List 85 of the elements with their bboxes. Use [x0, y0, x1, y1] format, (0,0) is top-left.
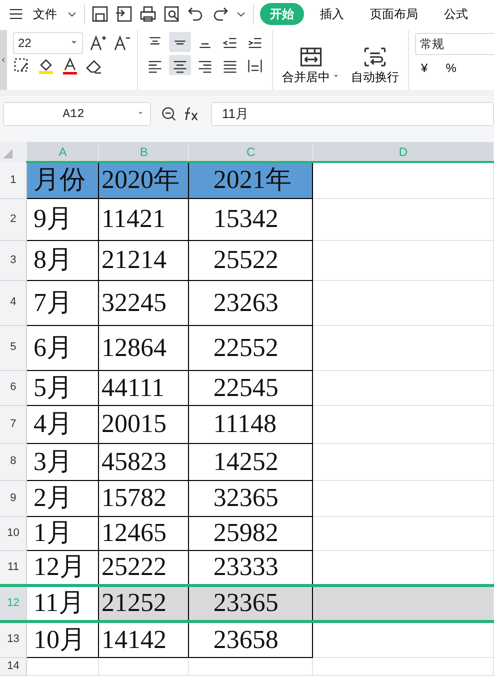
header-cell: 2021年	[213, 165, 292, 194]
cell-reference: A12	[62, 106, 86, 123]
table-cell: 22545	[213, 372, 278, 402]
table-cell: 2月	[33, 483, 72, 512]
table-cell: 12月	[33, 552, 86, 581]
table-cell: 11月	[33, 588, 85, 617]
table-cell: 4月	[33, 409, 72, 438]
file-menu[interactable]: 文件	[30, 4, 60, 24]
currency-button[interactable]: ¥	[418, 58, 431, 78]
row-header[interactable]: 11	[0, 550, 27, 585]
table-cell: 14142	[101, 624, 166, 654]
table-cell: 7月	[33, 288, 72, 316]
table-cell: 25222	[101, 552, 166, 581]
table-cell: 6月	[33, 332, 72, 362]
merge-center-button[interactable]: 合并居中	[279, 45, 342, 87]
row-header[interactable]: 4	[0, 280, 27, 325]
row-header[interactable]: 10	[0, 516, 27, 550]
wrap-text-button[interactable]: 自动换行	[348, 45, 402, 87]
ribbon-tab[interactable]: 插入	[310, 3, 354, 25]
row-header[interactable]: 7	[0, 405, 27, 443]
table-cell: 14252	[213, 446, 278, 476]
increase-font-icon[interactable]	[89, 34, 107, 52]
header-cell: 2020年	[101, 165, 180, 194]
row-header[interactable]: 2	[0, 198, 27, 240]
row-header[interactable]: 13	[0, 621, 27, 657]
header-cell: 月份	[33, 165, 86, 194]
row-header[interactable]: 5	[0, 325, 27, 370]
scroll-left-icon[interactable]	[0, 55, 7, 65]
table-cell: 21214	[101, 245, 166, 274]
table-cell: 23658	[213, 624, 278, 654]
table-cell: 23333	[213, 552, 278, 581]
distributed-icon[interactable]	[247, 58, 263, 74]
table-cell: 32365	[213, 483, 278, 512]
save-icon[interactable]	[91, 5, 109, 23]
row-header[interactable]: 6	[0, 370, 27, 405]
table-cell: 20015	[101, 409, 166, 438]
row-header[interactable]: 1	[0, 162, 27, 198]
table-cell: 10月	[33, 624, 86, 654]
table-cell: 44111	[101, 372, 165, 402]
table-cell: 45823	[101, 446, 166, 476]
table-cell: 3月	[33, 446, 72, 476]
name-box[interactable]: A12	[3, 102, 151, 126]
table-cell: 22552	[213, 332, 278, 362]
menu-icon[interactable]	[8, 6, 24, 22]
font-color-icon[interactable]	[61, 57, 79, 75]
table-cell: 21252	[101, 588, 166, 617]
font-size-value: 22	[18, 35, 32, 52]
table-cell: 1月	[33, 518, 72, 547]
number-format-dropdown[interactable]: 常规	[415, 33, 494, 55]
table-cell: 8月	[33, 245, 72, 274]
zoom-out-icon[interactable]	[161, 106, 177, 122]
caret-icon	[137, 112, 144, 116]
caret-icon[interactable]	[333, 75, 339, 79]
table-cell: 25522	[213, 245, 278, 274]
ribbon-tab[interactable]: 页面布局	[360, 3, 428, 25]
table-cell: 15782	[101, 483, 166, 512]
export-icon[interactable]	[115, 5, 133, 23]
table-cell: 25982	[213, 518, 278, 547]
redo-icon[interactable]	[211, 5, 229, 23]
row-header[interactable]: 3	[0, 240, 27, 280]
row-header[interactable]: 14	[0, 657, 27, 675]
merge-cells-icon	[300, 46, 322, 68]
table-cell: 9月	[33, 204, 72, 233]
formula-field[interactable]: 11月	[211, 102, 494, 126]
fill-color-icon[interactable]	[37, 57, 55, 75]
undo-icon[interactable]	[187, 5, 205, 23]
print-icon[interactable]	[139, 5, 157, 23]
font-size-dropdown[interactable]: 22	[13, 32, 83, 54]
table-cell: 32245	[101, 288, 166, 316]
table-cell: 12864	[101, 332, 166, 362]
row-header[interactable]: 8	[0, 443, 27, 480]
table-cell: 15342	[213, 204, 278, 233]
ribbon-tab[interactable]: 公式	[434, 3, 478, 25]
table-cell: 23263	[213, 288, 278, 316]
table-cell: 23365	[213, 588, 278, 617]
caret-icon	[70, 40, 78, 46]
table-cell: 12465	[101, 518, 166, 547]
print-preview-icon[interactable]	[163, 5, 181, 23]
table-cell: 11148	[213, 409, 276, 438]
row-header[interactable]: 9	[0, 480, 27, 516]
decrease-font-icon[interactable]	[113, 34, 131, 52]
wrap-text-icon	[364, 46, 386, 68]
table-cell: 5月	[33, 372, 72, 402]
table-cell: 11421	[101, 204, 166, 233]
percent-button[interactable]: %	[442, 58, 460, 78]
